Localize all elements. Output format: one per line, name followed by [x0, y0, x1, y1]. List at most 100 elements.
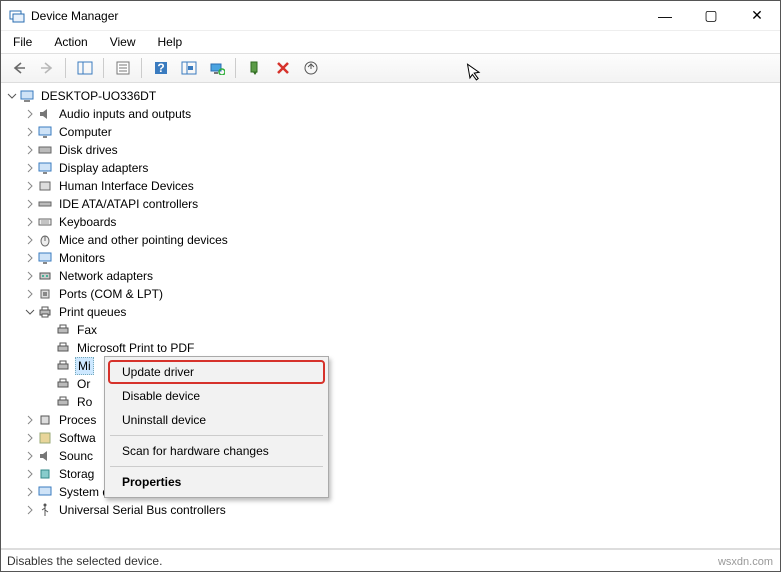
toolbar-sep — [103, 58, 104, 78]
system-icon — [37, 484, 53, 500]
toolbar: ? — [1, 53, 780, 83]
expand-icon[interactable] — [23, 449, 37, 463]
ctx-scan-hardware[interactable]: Scan for hardware changes — [108, 439, 325, 463]
tree-item-monitors[interactable]: Monitors — [23, 249, 780, 267]
audio-icon — [37, 448, 53, 464]
tree-item-disk[interactable]: Disk drives — [23, 141, 780, 159]
menu-view[interactable]: View — [106, 33, 140, 51]
window-title: Device Manager — [31, 9, 642, 23]
show-hide-tree-button[interactable] — [73, 57, 96, 79]
forward-button[interactable] — [35, 57, 58, 79]
storage-icon — [37, 466, 53, 482]
toolbar-sep — [65, 58, 66, 78]
printer-icon — [55, 340, 71, 356]
net-icon — [37, 268, 53, 284]
svg-text:?: ? — [157, 61, 164, 75]
ctx-separator — [110, 435, 323, 436]
monitor-icon — [37, 250, 53, 266]
expand-icon[interactable] — [23, 413, 37, 427]
ctx-disable-device[interactable]: Disable device — [108, 384, 325, 408]
tree-item-ports[interactable]: Ports (COM & LPT) — [23, 285, 780, 303]
expand-icon[interactable] — [23, 197, 37, 211]
printer-icon — [55, 358, 71, 374]
tree-root[interactable]: DESKTOP-UO336DT — [5, 87, 780, 105]
tree-item-print-queues[interactable]: Print queues — [23, 303, 780, 321]
expand-icon[interactable] — [23, 107, 37, 121]
enable-button[interactable] — [243, 57, 266, 79]
window-controls: — ▢ ✕ — [642, 1, 780, 31]
menubar: File Action View Help — [1, 31, 780, 53]
monitor-icon — [37, 124, 53, 140]
properties-button[interactable] — [111, 57, 134, 79]
collapse-icon[interactable] — [23, 305, 37, 319]
ctx-properties[interactable]: Properties — [108, 470, 325, 494]
expand-icon[interactable] — [23, 269, 37, 283]
menu-action[interactable]: Action — [50, 33, 91, 51]
expand-icon[interactable] — [23, 125, 37, 139]
mouse-icon — [37, 232, 53, 248]
tree-item-keyboards[interactable]: Keyboards — [23, 213, 780, 231]
titlebar: Device Manager — ▢ ✕ — [1, 1, 780, 31]
tree-item-network[interactable]: Network adapters — [23, 267, 780, 285]
uninstall-button[interactable] — [271, 57, 294, 79]
expand-icon[interactable] — [23, 143, 37, 157]
tree-item-usb[interactable]: Universal Serial Bus controllers — [23, 501, 780, 519]
ctx-update-driver[interactable]: Update driver — [108, 360, 325, 384]
minimize-button[interactable]: — — [642, 1, 688, 31]
statusbar: Disables the selected device. — [1, 549, 780, 571]
toolbar-sep — [141, 58, 142, 78]
status-text: Disables the selected device. — [7, 554, 162, 568]
software-icon — [37, 430, 53, 446]
expand-icon[interactable] — [23, 431, 37, 445]
printer-icon — [55, 376, 71, 392]
computer-icon — [19, 88, 35, 104]
expand-icon[interactable] — [23, 467, 37, 481]
tree-item-audio[interactable]: Audio inputs and outputs — [23, 105, 780, 123]
printer-icon — [55, 322, 71, 338]
ide-icon — [37, 196, 53, 212]
tree-item-hid[interactable]: Human Interface Devices — [23, 177, 780, 195]
tree-item-computer[interactable]: Computer — [23, 123, 780, 141]
expand-icon[interactable] — [23, 161, 37, 175]
help-button[interactable]: ? — [149, 57, 172, 79]
expand-icon[interactable] — [23, 233, 37, 247]
printer-icon — [37, 304, 53, 320]
tree-item-display[interactable]: Display adapters — [23, 159, 780, 177]
port-icon — [37, 286, 53, 302]
cpu-icon — [37, 412, 53, 428]
device-manager-window: Device Manager — ▢ ✕ File Action View He… — [0, 0, 781, 572]
watermark: wsxdn.com — [718, 556, 773, 568]
expand-icon[interactable] — [23, 215, 37, 229]
tree-item-ide[interactable]: IDE ATA/ATAPI controllers — [23, 195, 780, 213]
disk-icon — [37, 142, 53, 158]
app-icon — [9, 8, 25, 24]
expand-icon[interactable] — [23, 251, 37, 265]
ctx-separator — [110, 466, 323, 467]
context-menu: Update driver Disable device Uninstall d… — [104, 356, 329, 498]
collapse-icon[interactable] — [5, 89, 19, 103]
menu-help[interactable]: Help — [154, 33, 187, 51]
expand-icon[interactable] — [23, 485, 37, 499]
hid-icon — [37, 178, 53, 194]
usb-icon — [37, 502, 53, 518]
maximize-button[interactable]: ▢ — [688, 1, 734, 31]
update-driver-button[interactable] — [299, 57, 322, 79]
expand-icon[interactable] — [23, 179, 37, 193]
menu-file[interactable]: File — [9, 33, 36, 51]
root-label[interactable]: DESKTOP-UO336DT — [39, 88, 158, 104]
print-queue-fax[interactable]: Fax — [41, 321, 780, 339]
ctx-uninstall-device[interactable]: Uninstall device — [108, 408, 325, 432]
close-button[interactable]: ✕ — [734, 1, 780, 31]
tree-item-mice[interactable]: Mice and other pointing devices — [23, 231, 780, 249]
back-button[interactable] — [7, 57, 30, 79]
print-queue-ms-pdf[interactable]: Microsoft Print to PDF — [41, 339, 780, 357]
monitor-icon — [37, 160, 53, 176]
expand-icon[interactable] — [23, 503, 37, 517]
device-tree[interactable]: DESKTOP-UO336DT Audio inputs and outputs… — [1, 83, 780, 549]
expand-icon[interactable] — [23, 287, 37, 301]
printer-icon — [55, 394, 71, 410]
scan-hardware-button[interactable] — [205, 57, 228, 79]
action-button[interactable] — [177, 57, 200, 79]
audio-icon — [37, 106, 53, 122]
toolbar-sep — [235, 58, 236, 78]
